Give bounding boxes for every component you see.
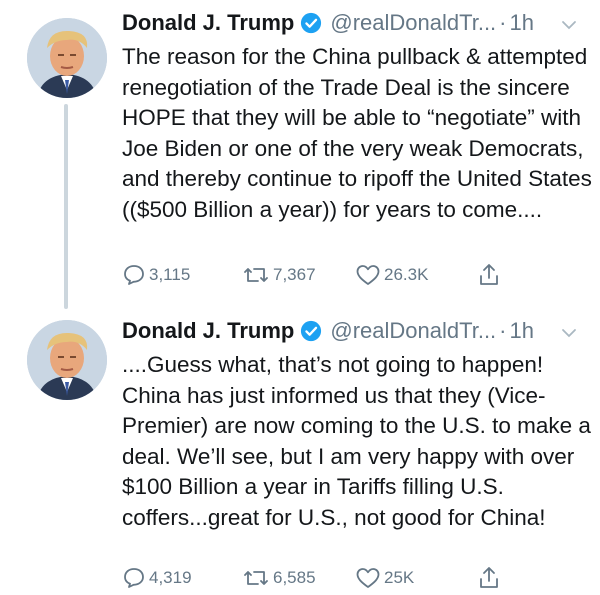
avatar-image bbox=[27, 320, 107, 400]
avatar[interactable] bbox=[27, 320, 107, 400]
reply-icon bbox=[124, 265, 144, 285]
tweet-text: The reason for the China pullback & atte… bbox=[122, 44, 599, 222]
tweet-1[interactable]: Donald J. Trump @realDonaldTr... · 1h Th… bbox=[0, 0, 600, 309]
like-icon bbox=[356, 265, 380, 285]
share-icon bbox=[480, 264, 498, 285]
timestamp[interactable]: 1h bbox=[510, 318, 534, 344]
retweet-button[interactable]: 6,585 bbox=[242, 564, 316, 592]
like-icon bbox=[356, 568, 380, 588]
avatar-image bbox=[27, 18, 107, 98]
tweet-2[interactable]: Donald J. Trump @realDonaldTr... · 1h ..… bbox=[0, 310, 600, 595]
tweet-header: Donald J. Trump @realDonaldTr... · 1h bbox=[122, 6, 582, 40]
like-button[interactable]: 25K bbox=[355, 564, 414, 592]
avatar[interactable] bbox=[27, 18, 107, 98]
separator-dot: · bbox=[499, 318, 507, 343]
like-button[interactable]: 26.3K bbox=[355, 261, 428, 289]
timestamp[interactable]: 1h bbox=[510, 10, 534, 36]
share-button[interactable] bbox=[477, 261, 501, 289]
tweet-text: ....Guess what, that’s not going to happ… bbox=[122, 352, 598, 530]
like-count: 26.3K bbox=[384, 265, 429, 284]
reply-count: 4,319 bbox=[149, 568, 192, 587]
tweet-actions: 4,319 6,585 25K bbox=[122, 564, 522, 592]
chevron-down-icon[interactable] bbox=[560, 14, 578, 32]
tweet-header: Donald J. Trump @realDonaldTr... · 1h bbox=[122, 314, 582, 348]
like-count: 25K bbox=[384, 568, 415, 587]
retweet-icon bbox=[244, 571, 268, 585]
retweet-count: 6,585 bbox=[273, 568, 316, 587]
retweet-count: 7,367 bbox=[273, 265, 316, 284]
share-button[interactable] bbox=[477, 564, 501, 592]
verified-badge-icon bbox=[300, 12, 322, 34]
author-handle[interactable]: @realDonaldTr... bbox=[330, 318, 496, 344]
retweet-icon bbox=[244, 268, 268, 282]
verified-badge-icon bbox=[300, 320, 322, 342]
thread-line bbox=[64, 104, 68, 309]
author-handle[interactable]: @realDonaldTr... bbox=[330, 10, 496, 36]
chevron-down-icon[interactable] bbox=[560, 322, 578, 340]
retweet-button[interactable]: 7,367 bbox=[242, 261, 316, 289]
reply-icon bbox=[124, 568, 144, 588]
tweet-actions: 3,115 7,367 26.3K bbox=[122, 261, 522, 289]
share-icon bbox=[480, 567, 498, 588]
author-name[interactable]: Donald J. Trump bbox=[122, 10, 294, 36]
reply-count: 3,115 bbox=[149, 265, 191, 284]
separator-dot: · bbox=[499, 10, 507, 35]
author-name[interactable]: Donald J. Trump bbox=[122, 318, 294, 344]
reply-button[interactable]: 4,319 bbox=[122, 564, 192, 592]
reply-button[interactable]: 3,115 bbox=[122, 261, 190, 289]
